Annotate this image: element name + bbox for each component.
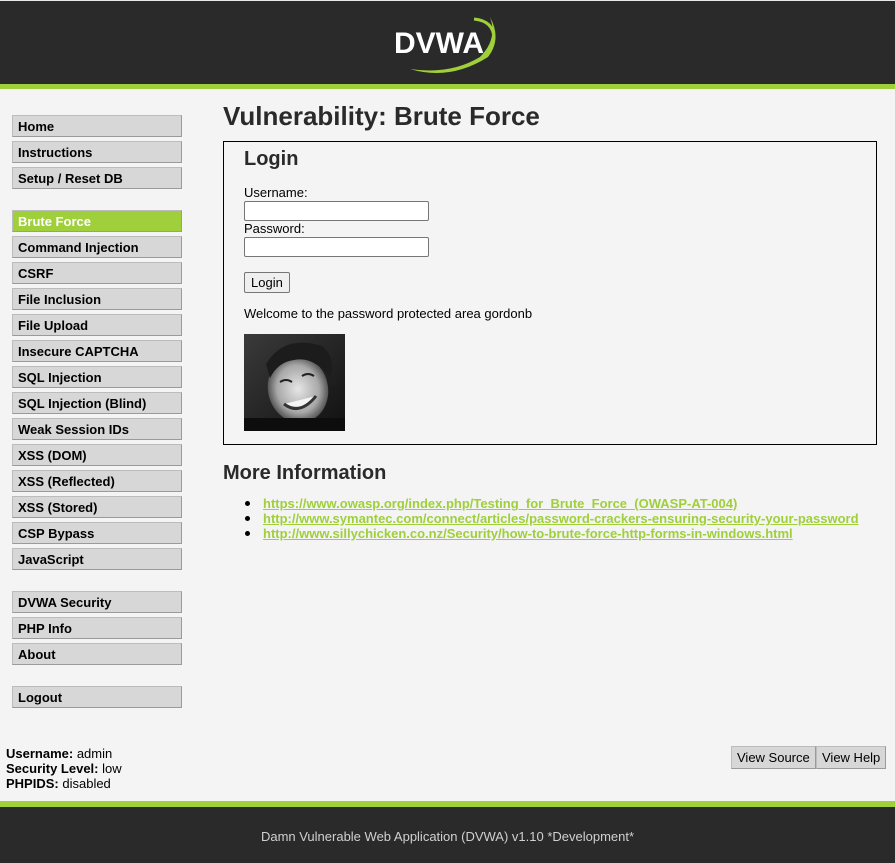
menu-item-dvwa-security[interactable]: DVWA Security	[12, 591, 182, 613]
menu-item-logout[interactable]: Logout	[12, 686, 182, 708]
menu-item-brute-force[interactable]: Brute Force	[12, 210, 182, 232]
menu-item-about[interactable]: About	[12, 643, 182, 665]
page-title: Vulnerability: Brute Force	[223, 101, 540, 131]
menu-item-xss-dom[interactable]: XSS (DOM)	[12, 444, 182, 466]
owasp-link[interactable]: https://www.owasp.org/index.php/Testing_…	[263, 496, 737, 511]
view-source-button[interactable]: View Source	[731, 746, 816, 769]
login-button[interactable]: Login	[244, 272, 290, 293]
username-value: admin	[76, 746, 113, 761]
menu-item-csp-bypass[interactable]: CSP Bypass	[12, 522, 182, 544]
footer-text: Damn Vulnerable Web Application (DVWA) v…	[260, 829, 635, 844]
password-input[interactable]	[244, 237, 429, 257]
menu-item-sql-injection-blind[interactable]: SQL Injection (Blind)	[12, 392, 182, 414]
menu-item-php-info[interactable]: PHP Info	[12, 617, 182, 639]
sillychicken-link[interactable]: http://www.sillychicken.co.nz/Security/h…	[263, 526, 793, 541]
phpids-info: PHPIDS: disabled	[6, 776, 111, 791]
menu-item-weak-session-ids[interactable]: Weak Session IDs	[12, 418, 182, 440]
menu-item-javascript[interactable]: JavaScript	[12, 548, 182, 570]
menu-item-xss-reflected[interactable]: XSS (Reflected)	[12, 470, 182, 492]
more-info-links: https://www.owasp.org/index.php/Testing_…	[223, 496, 877, 541]
menu-item-instructions[interactable]: Instructions	[12, 141, 182, 163]
menu-item-home[interactable]: Home	[12, 115, 182, 137]
username-label: Username:	[244, 185, 308, 200]
username-input[interactable]	[244, 201, 429, 221]
security-level-info: Security Level: low	[6, 761, 122, 776]
page-header: DVWA	[0, 0, 895, 89]
menu-item-setup-reset-db[interactable]: Setup / Reset DB	[12, 167, 182, 189]
footer-accent-bar	[0, 801, 895, 807]
welcome-message: Welcome to the password protected area g…	[244, 306, 533, 321]
system-info: Username: admin Security Level: low PHPI…	[6, 746, 122, 791]
phpids-value: disabled	[62, 776, 111, 791]
login-box: Login Username: Password: Login Welcome …	[223, 141, 877, 445]
list-item: http://www.symantec.com/connect/articles…	[245, 511, 877, 526]
user-avatar-image	[244, 334, 345, 431]
menu-item-xss-stored[interactable]: XSS (Stored)	[12, 496, 182, 518]
username-info: Username: admin	[6, 746, 113, 761]
symantec-link[interactable]: http://www.symantec.com/connect/articles…	[263, 511, 859, 526]
password-label: Password:	[244, 221, 305, 236]
dvwa-logo[interactable]: DVWA	[390, 9, 505, 75]
menu-item-file-upload[interactable]: File Upload	[12, 314, 182, 336]
menu-spacer	[12, 669, 182, 686]
menu-item-file-inclusion[interactable]: File Inclusion	[12, 288, 182, 310]
menu-item-csrf[interactable]: CSRF	[12, 262, 182, 284]
list-item: http://www.sillychicken.co.nz/Security/h…	[245, 526, 877, 541]
view-help-button[interactable]: View Help	[816, 746, 887, 769]
page-footer: Damn Vulnerable Web Application (DVWA) v…	[0, 801, 895, 863]
menu-item-sql-injection[interactable]: SQL Injection	[12, 366, 182, 388]
header-accent-bar	[0, 84, 895, 89]
logo-text: DVWA	[394, 27, 484, 60]
menu-item-insecure-captcha[interactable]: Insecure CAPTCHA	[12, 340, 182, 362]
menu-spacer	[12, 193, 182, 210]
menu-spacer	[12, 574, 182, 591]
login-heading: Login	[244, 148, 299, 170]
main-menu: Home Instructions Setup / Reset DB Brute Fo…	[12, 115, 182, 712]
main-content: Vulnerability: Brute Force Login Usernam…	[223, 100, 877, 541]
list-item: https://www.owasp.org/index.php/Testing_…	[245, 496, 877, 511]
more-info-heading: More Information	[223, 462, 387, 484]
security-level-value: low	[102, 761, 122, 776]
menu-item-command-injection[interactable]: Command Injection	[12, 236, 182, 258]
